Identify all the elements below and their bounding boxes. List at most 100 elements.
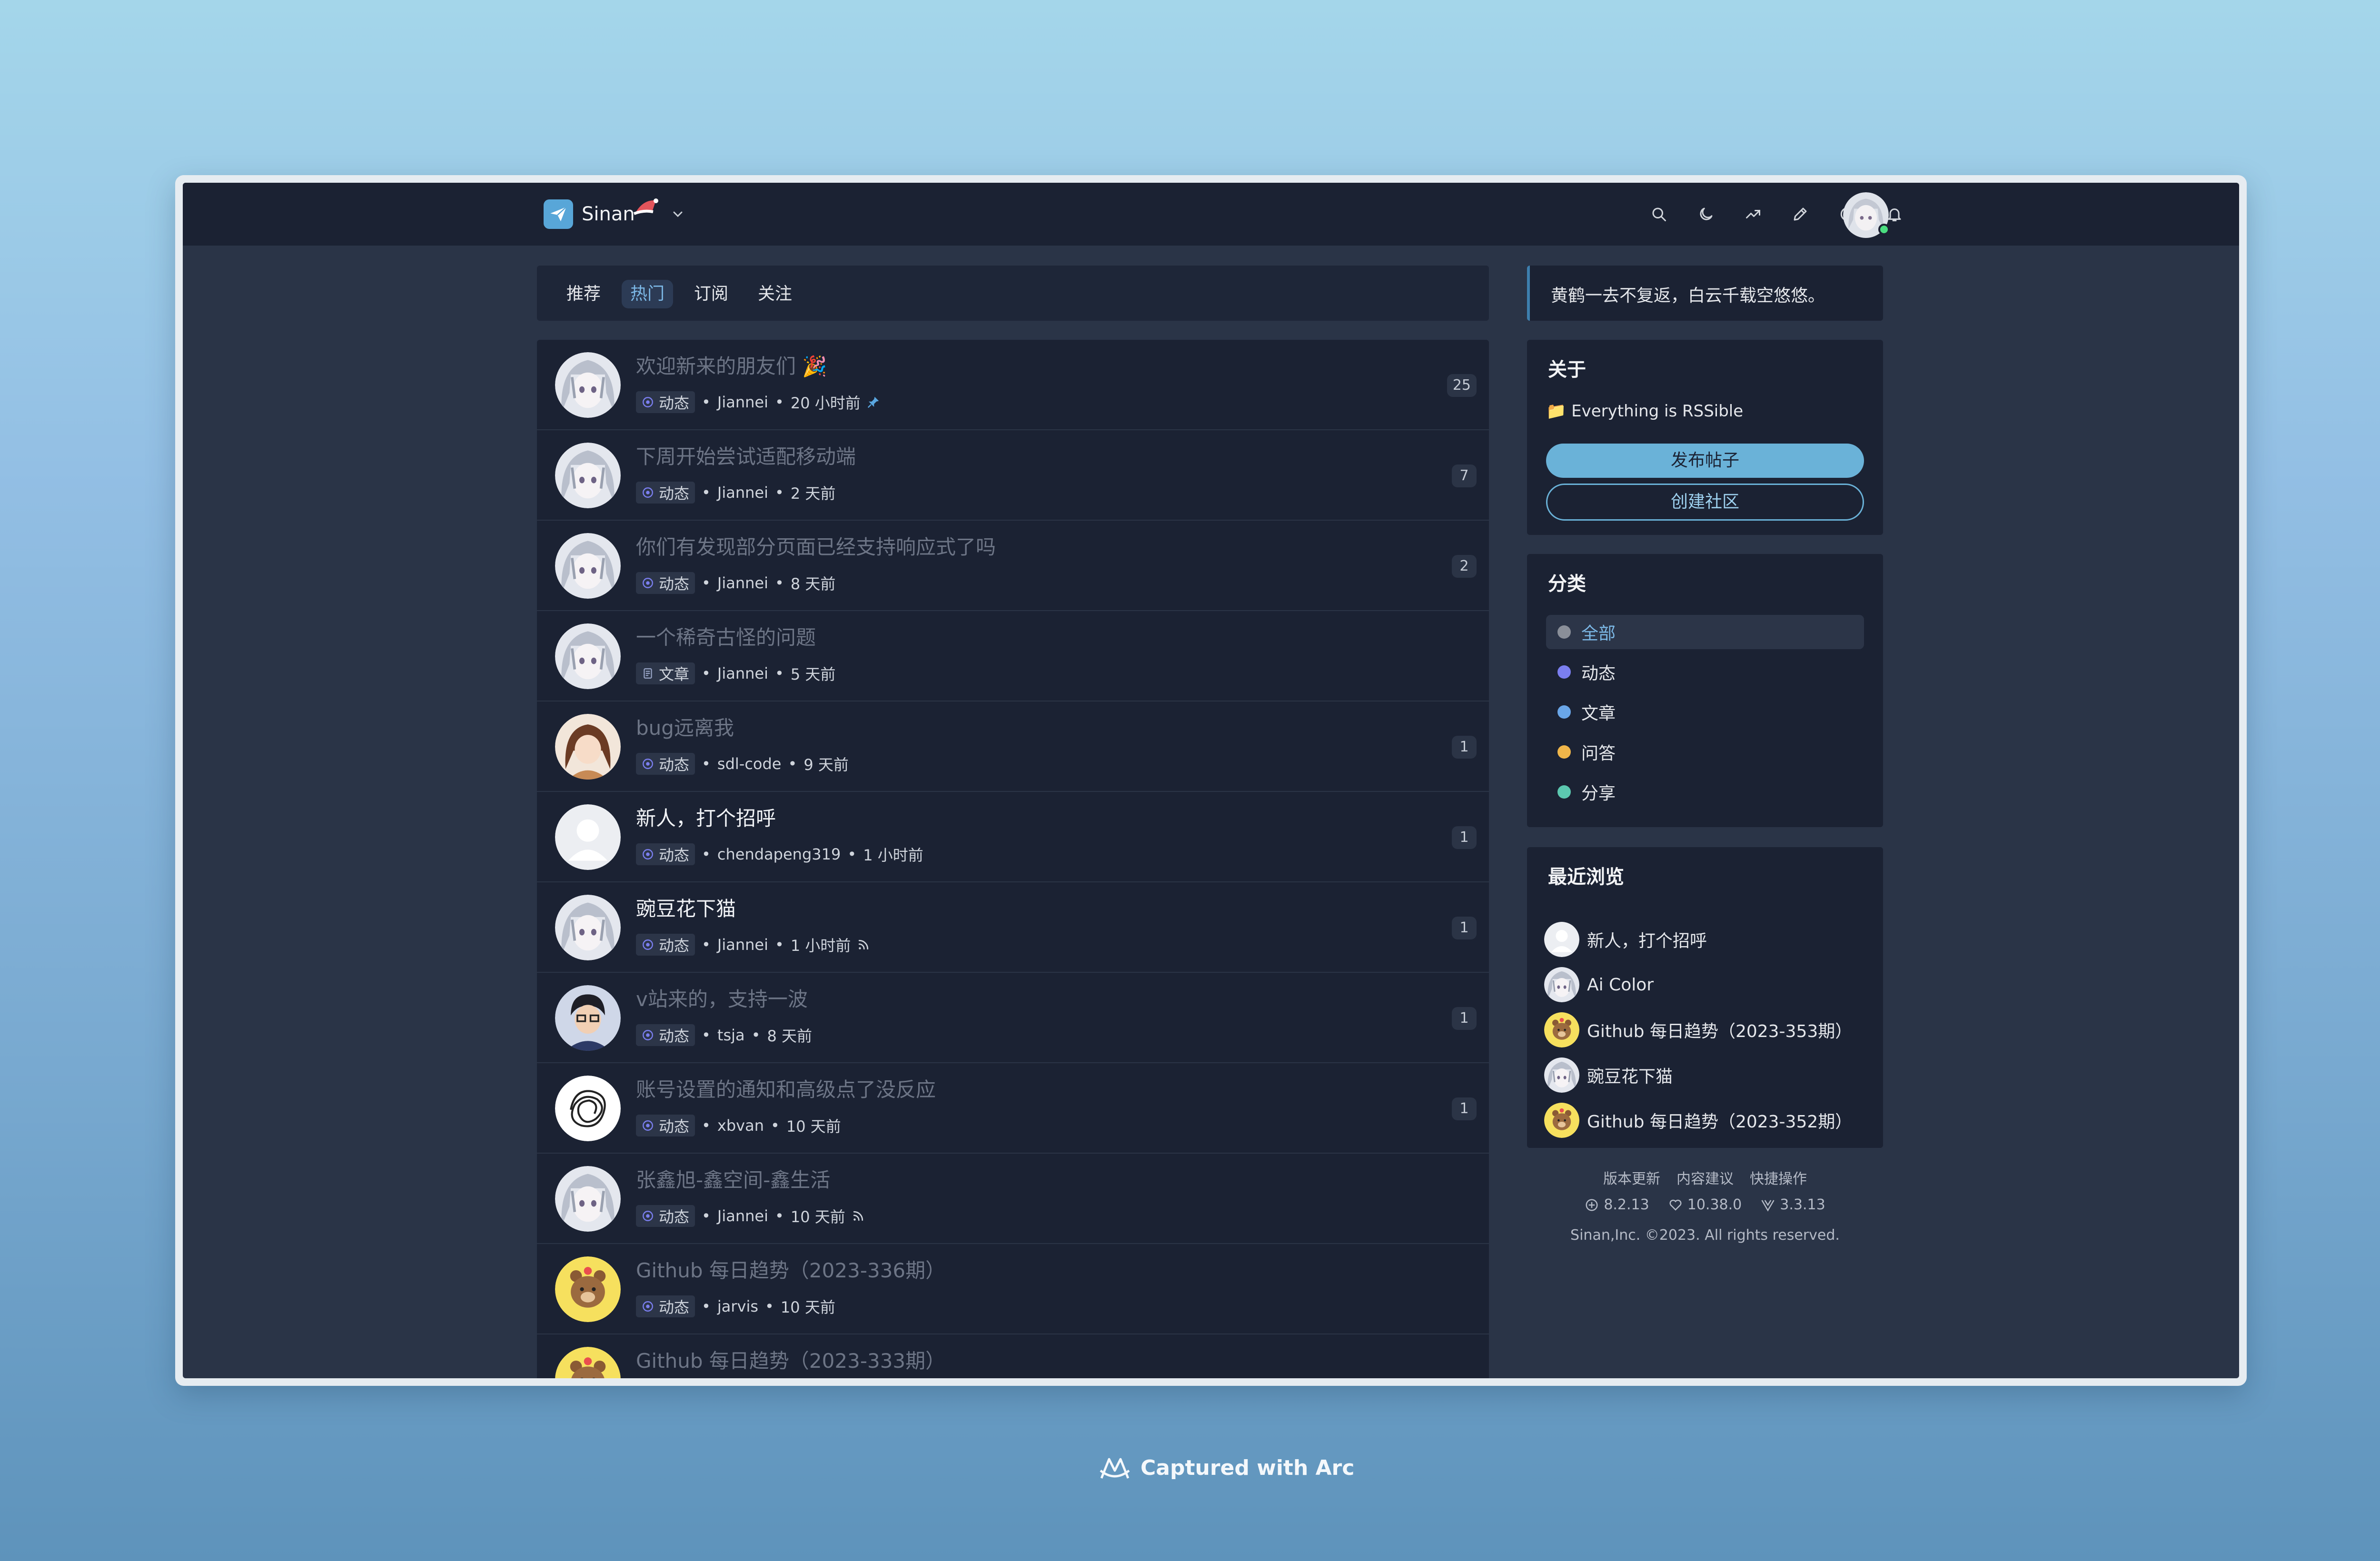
post-feed: 欢迎新来的朋友们 🎉 动态 • Jiannei • 20 小时前 25 下周开始尝试适配移动端…	[537, 340, 1489, 1378]
post-row[interactable]: Github 每日趋势（2023-336期） 动态 • jarvis • 10 天前	[537, 1244, 1489, 1334]
version-frontend: 3.3.13	[1780, 1196, 1825, 1213]
post-title[interactable]: Github 每日趋势（2023-333期）	[636, 1345, 945, 1374]
dynamic-icon	[643, 578, 653, 588]
moon-icon[interactable]	[1694, 203, 1717, 226]
chevron-down-icon[interactable]	[670, 207, 685, 222]
recent-item-avatar	[1544, 1103, 1579, 1138]
brand[interactable]: Sinan	[544, 198, 685, 229]
post-author-avatar[interactable]	[555, 533, 621, 599]
post-title[interactable]: 新人，打个招呼	[636, 802, 776, 831]
tab-following[interactable]: 关注	[749, 280, 801, 308]
post-author-avatar[interactable]	[555, 895, 621, 960]
post-category-tag[interactable]: 动态	[636, 391, 695, 413]
post-title[interactable]: bug远离我	[636, 712, 734, 741]
post-title[interactable]: 账号设置的通知和高级点了没反应	[636, 1074, 936, 1103]
post-row[interactable]: 下周开始尝试适配移动端 动态 • Jiannei • 2 天前 7	[537, 430, 1489, 521]
post-author-avatar[interactable]	[555, 1166, 621, 1232]
category-card: 分类 全部 动态 文章 问答 分享	[1527, 554, 1883, 827]
post-title[interactable]: 你们有发现部分页面已经支持响应式了吗	[636, 531, 996, 560]
new-post-button[interactable]: 发布帖子	[1546, 444, 1864, 478]
post-category-tag[interactable]: 动态	[636, 934, 695, 956]
post-title[interactable]: Github 每日趋势（2023-336期）	[636, 1255, 945, 1284]
footer-link-shortcuts[interactable]: 快捷操作	[1750, 1167, 1807, 1188]
post-author-avatar[interactable]	[555, 804, 621, 870]
post-category-tag[interactable]: 动态	[636, 482, 695, 504]
post-row[interactable]: 豌豆花下猫 动态 • Jiannei • 1 小时前 1	[537, 882, 1489, 973]
post-author-avatar[interactable]	[555, 714, 621, 780]
trending-icon[interactable]	[1741, 203, 1765, 226]
post-category-tag[interactable]: 动态	[636, 753, 695, 775]
post-title[interactable]: 下周开始尝试适配移动端	[636, 441, 856, 470]
post-author[interactable]: jarvis	[717, 1297, 758, 1315]
post-author-avatar[interactable]	[555, 1347, 621, 1378]
dynamic-icon	[643, 759, 653, 769]
post-author[interactable]: Jiannei	[717, 574, 768, 592]
category-item[interactable]: 问答	[1546, 735, 1864, 769]
post-category-tag[interactable]: 动态	[636, 1295, 695, 1317]
category-item[interactable]: 全部	[1546, 615, 1864, 649]
post-category-label: 动态	[659, 1298, 690, 1316]
post-author[interactable]: tsja	[717, 1026, 745, 1044]
tab-hot[interactable]: 热门	[622, 280, 674, 308]
dynamic-icon	[643, 1211, 653, 1221]
post-author-avatar[interactable]	[555, 1256, 621, 1322]
search-icon[interactable]	[1647, 203, 1670, 226]
footer-link-changelog[interactable]: 版本更新	[1603, 1167, 1660, 1188]
version-backend: 8.2.13	[1604, 1196, 1649, 1213]
post-category-tag[interactable]: 动态	[636, 1024, 695, 1046]
category-item[interactable]: 分享	[1546, 775, 1864, 809]
post-author[interactable]: Jiannei	[717, 393, 768, 411]
post-meta: 动态 • chendapeng319 • 1 小时前	[636, 843, 923, 865]
post-row[interactable]: 欢迎新来的朋友们 🎉 动态 • Jiannei • 20 小时前 25	[537, 340, 1489, 430]
post-category-label: 动态	[659, 1117, 690, 1136]
tab-recommend[interactable]: 推荐	[558, 280, 609, 308]
post-row[interactable]: bug远离我 动态 • sdl-code • 9 天前 1	[537, 701, 1489, 792]
post-author-avatar[interactable]	[555, 443, 621, 508]
post-title[interactable]: 张鑫旭-鑫空间-鑫生活	[636, 1164, 830, 1193]
recent-item[interactable]: Ai Color	[1544, 967, 1654, 1003]
post-title[interactable]: 欢迎新来的朋友们 🎉	[636, 350, 827, 379]
post-category-tag[interactable]: 动态	[636, 1115, 695, 1136]
post-title[interactable]: v站来的，支持一波	[636, 983, 808, 1012]
recent-item[interactable]: Github 每日趋势（2023-353期）	[1544, 1012, 1852, 1048]
post-author-avatar[interactable]	[555, 1076, 621, 1141]
pen-icon[interactable]	[1788, 203, 1812, 226]
post-author[interactable]: xbvan	[717, 1116, 764, 1135]
post-row[interactable]: 张鑫旭-鑫空间-鑫生活 动态 • Jiannei • 10 天前	[537, 1154, 1489, 1244]
post-row[interactable]: 账号设置的通知和高级点了没反应 动态 • xbvan • 10 天前 1	[537, 1063, 1489, 1154]
post-author[interactable]: Jiannei	[717, 1207, 768, 1225]
recent-item[interactable]: 新人，打个招呼	[1544, 921, 1707, 958]
post-author-avatar[interactable]	[555, 352, 621, 418]
post-row[interactable]: v站来的，支持一波 动态 • tsja • 8 天前 1	[537, 973, 1489, 1063]
recent-item[interactable]: 豌豆花下猫	[1544, 1057, 1673, 1093]
post-time: 9 天前	[803, 756, 849, 774]
post-title[interactable]: 一个稀奇古怪的问题	[636, 622, 816, 651]
post-category-tag[interactable]: 动态	[636, 572, 695, 594]
post-category-tag[interactable]: 文章	[636, 662, 695, 684]
post-row[interactable]: 一个稀奇古怪的问题 文章 • Jiannei • 5 天前	[537, 611, 1489, 701]
meta-separator: •	[765, 1297, 774, 1315]
post-category-tag[interactable]: 动态	[636, 843, 695, 865]
post-category-label: 动态	[659, 484, 690, 503]
post-row[interactable]: 新人，打个招呼 动态 • chendapeng319 • 1 小时前 1	[537, 792, 1489, 882]
footer-link-feedback[interactable]: 内容建议	[1676, 1167, 1734, 1188]
rss-icon	[853, 1211, 863, 1221]
category-item[interactable]: 文章	[1546, 695, 1864, 729]
recent-item[interactable]: Github 每日趋势（2023-352期）	[1544, 1102, 1852, 1138]
category-item[interactable]: 动态	[1546, 655, 1864, 689]
post-author[interactable]: sdl-code	[717, 755, 782, 773]
post-category-tag[interactable]: 动态	[636, 1205, 695, 1227]
post-author-avatar[interactable]	[555, 985, 621, 1051]
post-author[interactable]: Jiannei	[717, 664, 768, 682]
post-author[interactable]: chendapeng319	[717, 845, 841, 863]
tab-subscribed[interactable]: 订阅	[685, 280, 737, 308]
recent-item-avatar	[1544, 1057, 1579, 1093]
post-author-avatar[interactable]	[555, 623, 621, 689]
post-title[interactable]: 豌豆花下猫	[636, 893, 736, 922]
post-author[interactable]: Jiannei	[717, 936, 768, 954]
post-row[interactable]: Github 每日趋势（2023-333期）	[537, 1334, 1489, 1378]
post-author[interactable]: Jiannei	[717, 484, 768, 502]
post-row[interactable]: 你们有发现部分页面已经支持响应式了吗 动态 • Jiannei • 8 天前 2	[537, 521, 1489, 611]
create-community-button[interactable]: 创建社区	[1546, 484, 1864, 521]
post-time: 10 天前	[786, 1117, 841, 1136]
